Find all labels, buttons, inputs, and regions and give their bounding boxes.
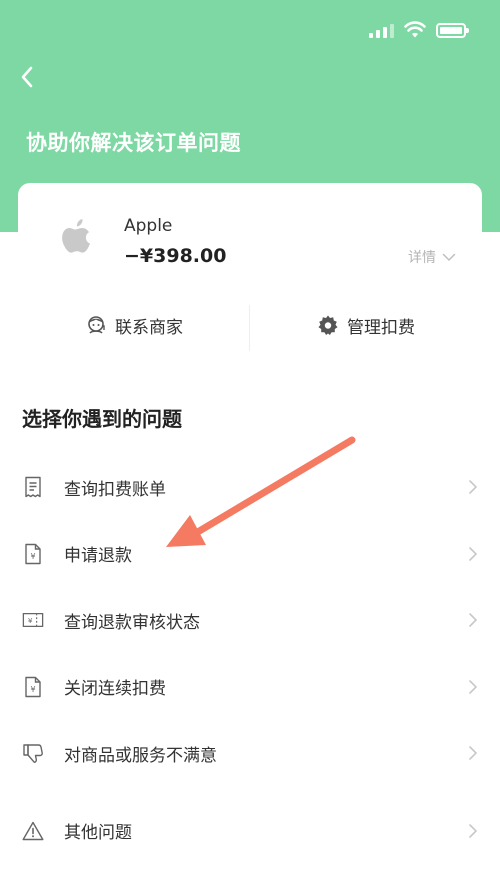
- svg-text:¥: ¥: [30, 552, 35, 561]
- thumbs-down-icon: [22, 742, 44, 764]
- issue-label: 申请退款: [64, 546, 132, 567]
- battery-icon: [436, 22, 469, 38]
- details-label: 详情: [408, 250, 436, 266]
- merchant-avatar-icon: [88, 316, 105, 334]
- issue-item-refund-status[interactable]: ¥ 查询退款审核状态: [0, 587, 500, 654]
- chevron-right-icon: [469, 546, 478, 561]
- order-amount: −¥398.00: [124, 245, 227, 267]
- chevron-right-icon: [469, 480, 478, 495]
- contact-merchant-label: 联系商家: [115, 317, 183, 338]
- issue-item-other[interactable]: 其他问题: [0, 787, 500, 875]
- apple-logo-icon: [62, 219, 90, 253]
- order-card: Apple −¥398.00 详情 联系商家 管理扣费: [18, 183, 482, 358]
- chevron-right-icon: [469, 679, 478, 694]
- issue-item-refund[interactable]: ¥ 申请退款: [0, 521, 500, 588]
- issue-list: 查询扣费账单 ¥ 申请退款 ¥ 查询退款审核状态 ¥ 关闭连续扣费 对商品或服务…: [0, 454, 500, 875]
- svg-text:¥: ¥: [30, 685, 35, 694]
- action-divider: [249, 305, 250, 351]
- issue-label: 查询退款审核状态: [64, 612, 200, 633]
- wifi-icon: [404, 21, 426, 38]
- issue-item-close-auto-deduction[interactable]: ¥ 关闭连续扣费: [0, 654, 500, 721]
- yuan-document-icon: ¥: [22, 676, 44, 698]
- refund-document-icon: ¥: [22, 543, 44, 565]
- back-button[interactable]: [12, 62, 42, 92]
- details-link[interactable]: 详情: [408, 247, 456, 267]
- section-title: 选择你遇到的问题: [22, 407, 182, 431]
- manage-deduction-button[interactable]: 管理扣费: [250, 301, 482, 349]
- chevron-right-icon: [469, 613, 478, 628]
- page-title: 协助你解决该订单问题: [26, 131, 241, 155]
- warning-icon: [22, 820, 44, 842]
- manage-deduction-label: 管理扣费: [347, 317, 415, 338]
- chevron-right-icon: [469, 746, 478, 761]
- status-bar: [369, 20, 469, 40]
- issue-item-billing[interactable]: 查询扣费账单: [0, 454, 500, 521]
- issue-label: 关闭连续扣费: [64, 679, 166, 700]
- issue-item-dissatisfied[interactable]: 对商品或服务不满意: [0, 720, 500, 787]
- refund-status-icon: ¥: [22, 609, 44, 631]
- chevron-down-icon: [442, 253, 456, 261]
- gear-icon: [318, 315, 338, 335]
- chevron-right-icon: [469, 823, 478, 838]
- svg-text:¥: ¥: [28, 616, 33, 625]
- receipt-icon: [22, 476, 44, 498]
- issue-label: 其他问题: [64, 823, 132, 843]
- issue-label: 对商品或服务不满意: [64, 745, 217, 766]
- issue-label: 查询扣费账单: [64, 479, 166, 500]
- merchant-name: Apple: [124, 216, 173, 236]
- contact-merchant-button[interactable]: 联系商家: [18, 301, 250, 349]
- chevron-left-icon: [21, 66, 33, 88]
- signal-icon: [369, 22, 394, 38]
